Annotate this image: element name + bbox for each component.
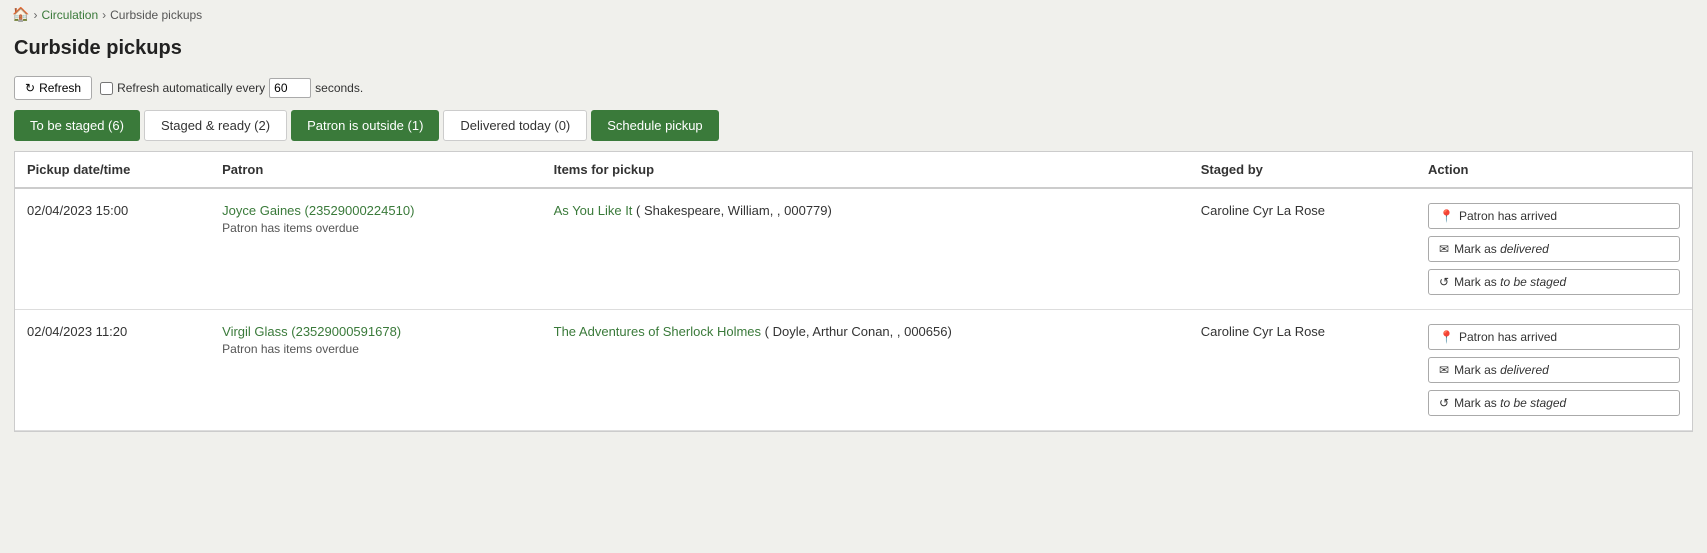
action-label: Patron has arrived <box>1459 330 1557 344</box>
action-label: Mark as delivered <box>1454 242 1549 256</box>
item-link[interactable]: As You Like It <box>554 203 633 218</box>
tab-staged-ready[interactable]: Staged & ready (2) <box>144 110 287 141</box>
action-icon: ✉ <box>1439 242 1449 256</box>
action-label: Mark as to be staged <box>1454 396 1566 410</box>
action-cell: 📍 Patron has arrived ✉ Mark as delivered ↺ Ma… <box>1416 188 1692 310</box>
breadcrumb: 🏠 › Circulation › Curbside pickups <box>0 0 1707 29</box>
tab-schedule-pickup[interactable]: Schedule pickup <box>591 110 718 141</box>
breadcrumb-sep-2: › <box>102 8 106 22</box>
table-row: 02/04/2023 11:20 Virgil Glass (235290005… <box>15 310 1692 431</box>
breadcrumb-current: Curbside pickups <box>110 8 202 22</box>
patron-arrived-1-button[interactable]: 📍 Patron has arrived <box>1428 203 1680 229</box>
staged-by-cell: Caroline Cyr La Rose <box>1189 188 1416 310</box>
mark-delivered-1-button[interactable]: ✉ Mark as delivered <box>1428 236 1680 262</box>
tab-patron-outside[interactable]: Patron is outside (1) <box>291 110 439 141</box>
col-items: Items for pickup <box>542 152 1189 188</box>
action-icon: 📍 <box>1439 209 1454 223</box>
col-pickup-date: Pickup date/time <box>15 152 210 188</box>
action-cell: 📍 Patron has arrived ✉ Mark as delivered ↺ Ma… <box>1416 310 1692 431</box>
action-label: Patron has arrived <box>1459 209 1557 223</box>
patron-overdue-note: Patron has items overdue <box>222 342 530 356</box>
tab-to-be-staged[interactable]: To be staged (6) <box>14 110 140 141</box>
items-cell: As You Like It ( Shakespeare, William, ,… <box>542 188 1189 310</box>
pickup-date-cell: 02/04/2023 15:00 <box>15 188 210 310</box>
mark-to-be-staged-2-button[interactable]: ↺ Mark as to be staged <box>1428 390 1680 416</box>
col-staged-by: Staged by <box>1189 152 1416 188</box>
action-label: Mark as to be staged <box>1454 275 1566 289</box>
mark-to-be-staged-1-button[interactable]: ↺ Mark as to be staged <box>1428 269 1680 295</box>
action-label: Mark as delivered <box>1454 363 1549 377</box>
staged-by: Caroline Cyr La Rose <box>1201 203 1325 218</box>
action-icon: ✉ <box>1439 363 1449 377</box>
pickups-table: Pickup date/time Patron Items for pickup… <box>15 152 1692 431</box>
item-link[interactable]: The Adventures of Sherlock Holmes <box>554 324 761 339</box>
tab-bar: To be staged (6) Staged & ready (2) Patr… <box>0 110 1707 141</box>
page-title: Curbside pickups <box>0 29 1707 70</box>
table-row: 02/04/2023 15:00 Joyce Gaines (235290002… <box>15 188 1692 310</box>
patron-arrived-2-button[interactable]: 📍 Patron has arrived <box>1428 324 1680 350</box>
tab-delivered-today[interactable]: Delivered today (0) <box>443 110 587 141</box>
col-action: Action <box>1416 152 1692 188</box>
pickup-date: 02/04/2023 15:00 <box>27 203 128 218</box>
patron-cell: Joyce Gaines (23529000224510) Patron has… <box>210 188 542 310</box>
patron-cell: Virgil Glass (23529000591678) Patron has… <box>210 310 542 431</box>
item-details: ( Shakespeare, William, , 000779) <box>632 203 831 218</box>
patron-link[interactable]: Virgil Glass (23529000591678) <box>222 324 401 339</box>
pickups-table-wrapper: Pickup date/time Patron Items for pickup… <box>14 151 1693 432</box>
action-icon: ↺ <box>1439 396 1449 410</box>
staged-by: Caroline Cyr La Rose <box>1201 324 1325 339</box>
auto-refresh-input[interactable] <box>269 78 311 98</box>
refresh-icon: ↻ <box>25 81 35 95</box>
auto-refresh-checkbox[interactable] <box>100 82 113 95</box>
action-icon: ↺ <box>1439 275 1449 289</box>
auto-refresh-before: Refresh automatically every <box>117 81 265 95</box>
item-details: ( Doyle, Arthur Conan, , 000656) <box>761 324 952 339</box>
auto-refresh-after: seconds. <box>315 81 363 95</box>
pickup-date: 02/04/2023 11:20 <box>27 324 127 339</box>
col-patron: Patron <box>210 152 542 188</box>
table-header-row: Pickup date/time Patron Items for pickup… <box>15 152 1692 188</box>
refresh-label: Refresh <box>39 81 81 95</box>
refresh-button[interactable]: ↻ Refresh <box>14 76 92 100</box>
mark-delivered-2-button[interactable]: ✉ Mark as delivered <box>1428 357 1680 383</box>
auto-refresh-label: Refresh automatically every seconds. <box>100 78 363 98</box>
pickup-date-cell: 02/04/2023 11:20 <box>15 310 210 431</box>
staged-by-cell: Caroline Cyr La Rose <box>1189 310 1416 431</box>
breadcrumb-circulation[interactable]: Circulation <box>41 8 98 22</box>
patron-link[interactable]: Joyce Gaines (23529000224510) <box>222 203 414 218</box>
action-icon: 📍 <box>1439 330 1454 344</box>
home-icon[interactable]: 🏠 <box>12 6 29 23</box>
toolbar: ↻ Refresh Refresh automatically every se… <box>0 70 1707 110</box>
breadcrumb-sep-1: › <box>33 8 37 22</box>
patron-overdue-note: Patron has items overdue <box>222 221 530 235</box>
items-cell: The Adventures of Sherlock Holmes ( Doyl… <box>542 310 1189 431</box>
